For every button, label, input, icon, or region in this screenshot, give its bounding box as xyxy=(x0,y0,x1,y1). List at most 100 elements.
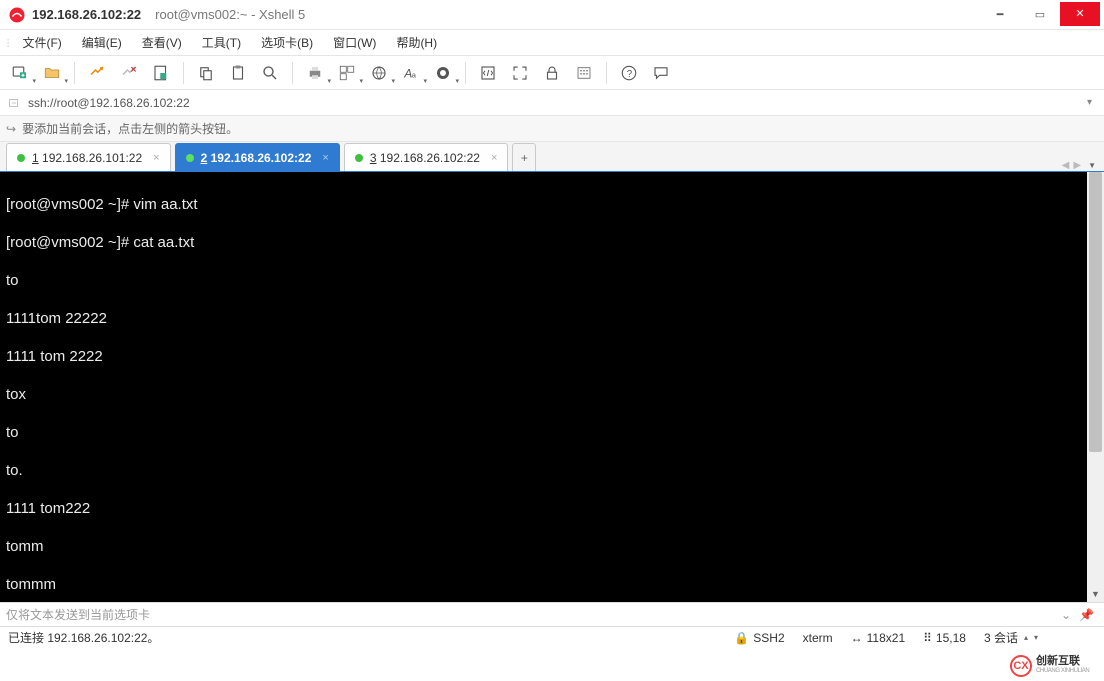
terminal-line: to xyxy=(6,271,1098,290)
tab-close-icon[interactable]: × xyxy=(322,152,328,164)
globe-button[interactable] xyxy=(365,59,393,87)
watermark-logo-icon: CX xyxy=(1010,655,1032,677)
session-tab-3[interactable]: 3 192.168.26.102:22 × xyxy=(344,143,509,171)
tab-list-dropdown-icon[interactable]: ▼ xyxy=(1088,161,1096,170)
status-bar: 已连接 192.168.26.102:22。 🔒SSH2 xterm ↔118x… xyxy=(0,626,1104,648)
copy-button[interactable] xyxy=(192,59,220,87)
tab-close-icon[interactable]: × xyxy=(153,152,159,164)
disconnect-button[interactable] xyxy=(115,59,143,87)
add-session-arrow-button[interactable] xyxy=(6,97,22,109)
watermark-cn: 创新互联 xyxy=(1036,656,1089,666)
print-button[interactable] xyxy=(301,59,329,87)
status-connection: 已连接 192.168.26.102:22。 xyxy=(8,629,716,646)
script-button[interactable] xyxy=(474,59,502,87)
open-session-button[interactable] xyxy=(38,59,66,87)
hint-bar: ↪ 要添加当前会话，点击左侧的箭头按钮。 xyxy=(0,116,1104,142)
watermark: CX 创新互联 CHUANG XINHULIAN xyxy=(1006,651,1104,681)
color-button[interactable] xyxy=(429,59,457,87)
status-term-type: xterm xyxy=(803,631,833,645)
status-cursor-pos: ⠿15,18 xyxy=(923,631,966,645)
terminal-scrollbar[interactable]: ▲ ▼ xyxy=(1087,172,1104,602)
terminal-area[interactable]: [root@vms002 ~]# vim aa.txt [root@vms002… xyxy=(0,172,1104,602)
menu-view[interactable]: 查看(V) xyxy=(132,31,192,54)
status-sessions[interactable]: 3 会话▴▾ xyxy=(984,629,1038,646)
maximize-button[interactable]: ▭ xyxy=(1020,4,1060,26)
tab-close-icon[interactable]: × xyxy=(491,152,497,164)
terminal-line: to xyxy=(6,423,1098,442)
fullscreen-button[interactable] xyxy=(506,59,534,87)
add-tab-button[interactable]: + xyxy=(512,143,536,171)
minimize-button[interactable]: ━ xyxy=(980,4,1020,26)
svg-text:A: A xyxy=(403,66,412,80)
lock-small-icon: 🔒 xyxy=(734,631,749,645)
terminal-line: [root@vms002 ~]# cat aa.txt xyxy=(6,233,1098,252)
terminal-line: 1111 tom 2222 xyxy=(6,347,1098,366)
terminal-line: tommm xyxy=(6,575,1098,594)
properties-button[interactable] xyxy=(147,59,175,87)
svg-text:a: a xyxy=(412,70,417,79)
terminal-line: to. xyxy=(6,461,1098,480)
help-button[interactable]: ? xyxy=(615,59,643,87)
scroll-thumb[interactable] xyxy=(1089,172,1102,452)
menu-tools[interactable]: 工具(T) xyxy=(192,31,251,54)
status-dot-icon xyxy=(355,154,363,162)
terminal-line: tox xyxy=(6,385,1098,404)
menu-window[interactable]: 窗口(W) xyxy=(323,31,386,54)
terminal-line: [root@vms002 ~]# vim aa.txt xyxy=(6,195,1098,214)
tab-label: 1 192.168.26.101:22 xyxy=(32,151,142,165)
position-icon: ⠿ xyxy=(923,631,932,645)
tab-nav-right-icon[interactable]: ▶ xyxy=(1073,160,1081,171)
chevron-icon: ▾ xyxy=(1034,633,1038,642)
status-protocol: 🔒SSH2 xyxy=(734,631,784,645)
tab-label: 3 192.168.26.102:22 xyxy=(370,151,480,165)
address-dropdown-icon[interactable]: ▾ xyxy=(1081,97,1098,108)
app-logo-icon xyxy=(8,6,26,24)
terminal-output[interactable]: [root@vms002 ~]# vim aa.txt [root@vms002… xyxy=(0,172,1104,602)
toolbar-separator xyxy=(183,62,184,84)
menu-help[interactable]: 帮助(H) xyxy=(386,31,447,54)
window-title-sub: root@vms002:~ - Xshell 5 xyxy=(155,7,305,22)
scroll-down-icon[interactable]: ▼ xyxy=(1087,586,1104,602)
tab-nav-left-icon[interactable]: ◀ xyxy=(1062,160,1070,171)
menu-edit[interactable]: 编辑(E) xyxy=(72,31,132,54)
status-size: ↔118x21 xyxy=(851,631,905,645)
svg-text:?: ? xyxy=(627,68,633,79)
windows-button[interactable] xyxy=(333,59,361,87)
drag-handle-icon[interactable]: ∙∙∙∙∙∙ xyxy=(6,38,8,47)
toolbar-separator xyxy=(606,62,607,84)
size-icon: ↔ xyxy=(851,631,863,645)
address-url[interactable]: ssh://root@192.168.26.102:22 xyxy=(28,96,1081,110)
hint-arrow-icon[interactable]: ↪ xyxy=(6,122,16,136)
title-bar: 192.168.26.102:22 root@vms002:~ - Xshell… xyxy=(0,0,1104,30)
keypad-button[interactable] xyxy=(570,59,598,87)
send-input[interactable]: 仅将文本发送到当前选项卡 xyxy=(6,606,1057,623)
hint-text: 要添加当前会话，点击左侧的箭头按钮。 xyxy=(22,120,238,137)
send-target-dropdown[interactable]: ⌄ xyxy=(1057,608,1075,622)
tab-bar: 1 192.168.26.101:22 × 2 192.168.26.102:2… xyxy=(0,142,1104,172)
menu-file[interactable]: 文件(F) xyxy=(12,31,71,54)
terminal-line: tomm xyxy=(6,537,1098,556)
toolbar-separator xyxy=(465,62,466,84)
send-bar: 仅将文本发送到当前选项卡 ⌄ 📌 xyxy=(0,602,1104,626)
terminal-line: 1111tom 22222 xyxy=(6,309,1098,328)
lock-button[interactable] xyxy=(538,59,566,87)
menu-tabs[interactable]: 选项卡(B) xyxy=(251,31,323,54)
connect-button[interactable] xyxy=(83,59,111,87)
font-button[interactable]: Aa xyxy=(397,59,425,87)
close-button[interactable]: ✕ xyxy=(1060,2,1100,26)
menu-bar: ∙∙∙∙∙∙ 文件(F) 编辑(E) 查看(V) 工具(T) 选项卡(B) 窗口… xyxy=(0,30,1104,56)
toolbar-separator xyxy=(74,62,75,84)
session-tab-1[interactable]: 1 192.168.26.101:22 × xyxy=(6,143,171,171)
tab-label: 2 192.168.26.102:22 xyxy=(201,151,312,165)
terminal-line: 1111 tom222 xyxy=(6,499,1098,518)
session-tab-2[interactable]: 2 192.168.26.102:22 × xyxy=(175,143,340,171)
find-button[interactable] xyxy=(256,59,284,87)
address-bar: ssh://root@192.168.26.102:22 ▾ xyxy=(0,90,1104,116)
toolbar-separator xyxy=(292,62,293,84)
status-dot-icon xyxy=(17,154,25,162)
status-dot-icon xyxy=(186,154,194,162)
chat-button[interactable] xyxy=(647,59,675,87)
paste-button[interactable] xyxy=(224,59,252,87)
new-session-button[interactable] xyxy=(6,59,34,87)
send-pin-button[interactable]: 📌 xyxy=(1075,608,1098,622)
